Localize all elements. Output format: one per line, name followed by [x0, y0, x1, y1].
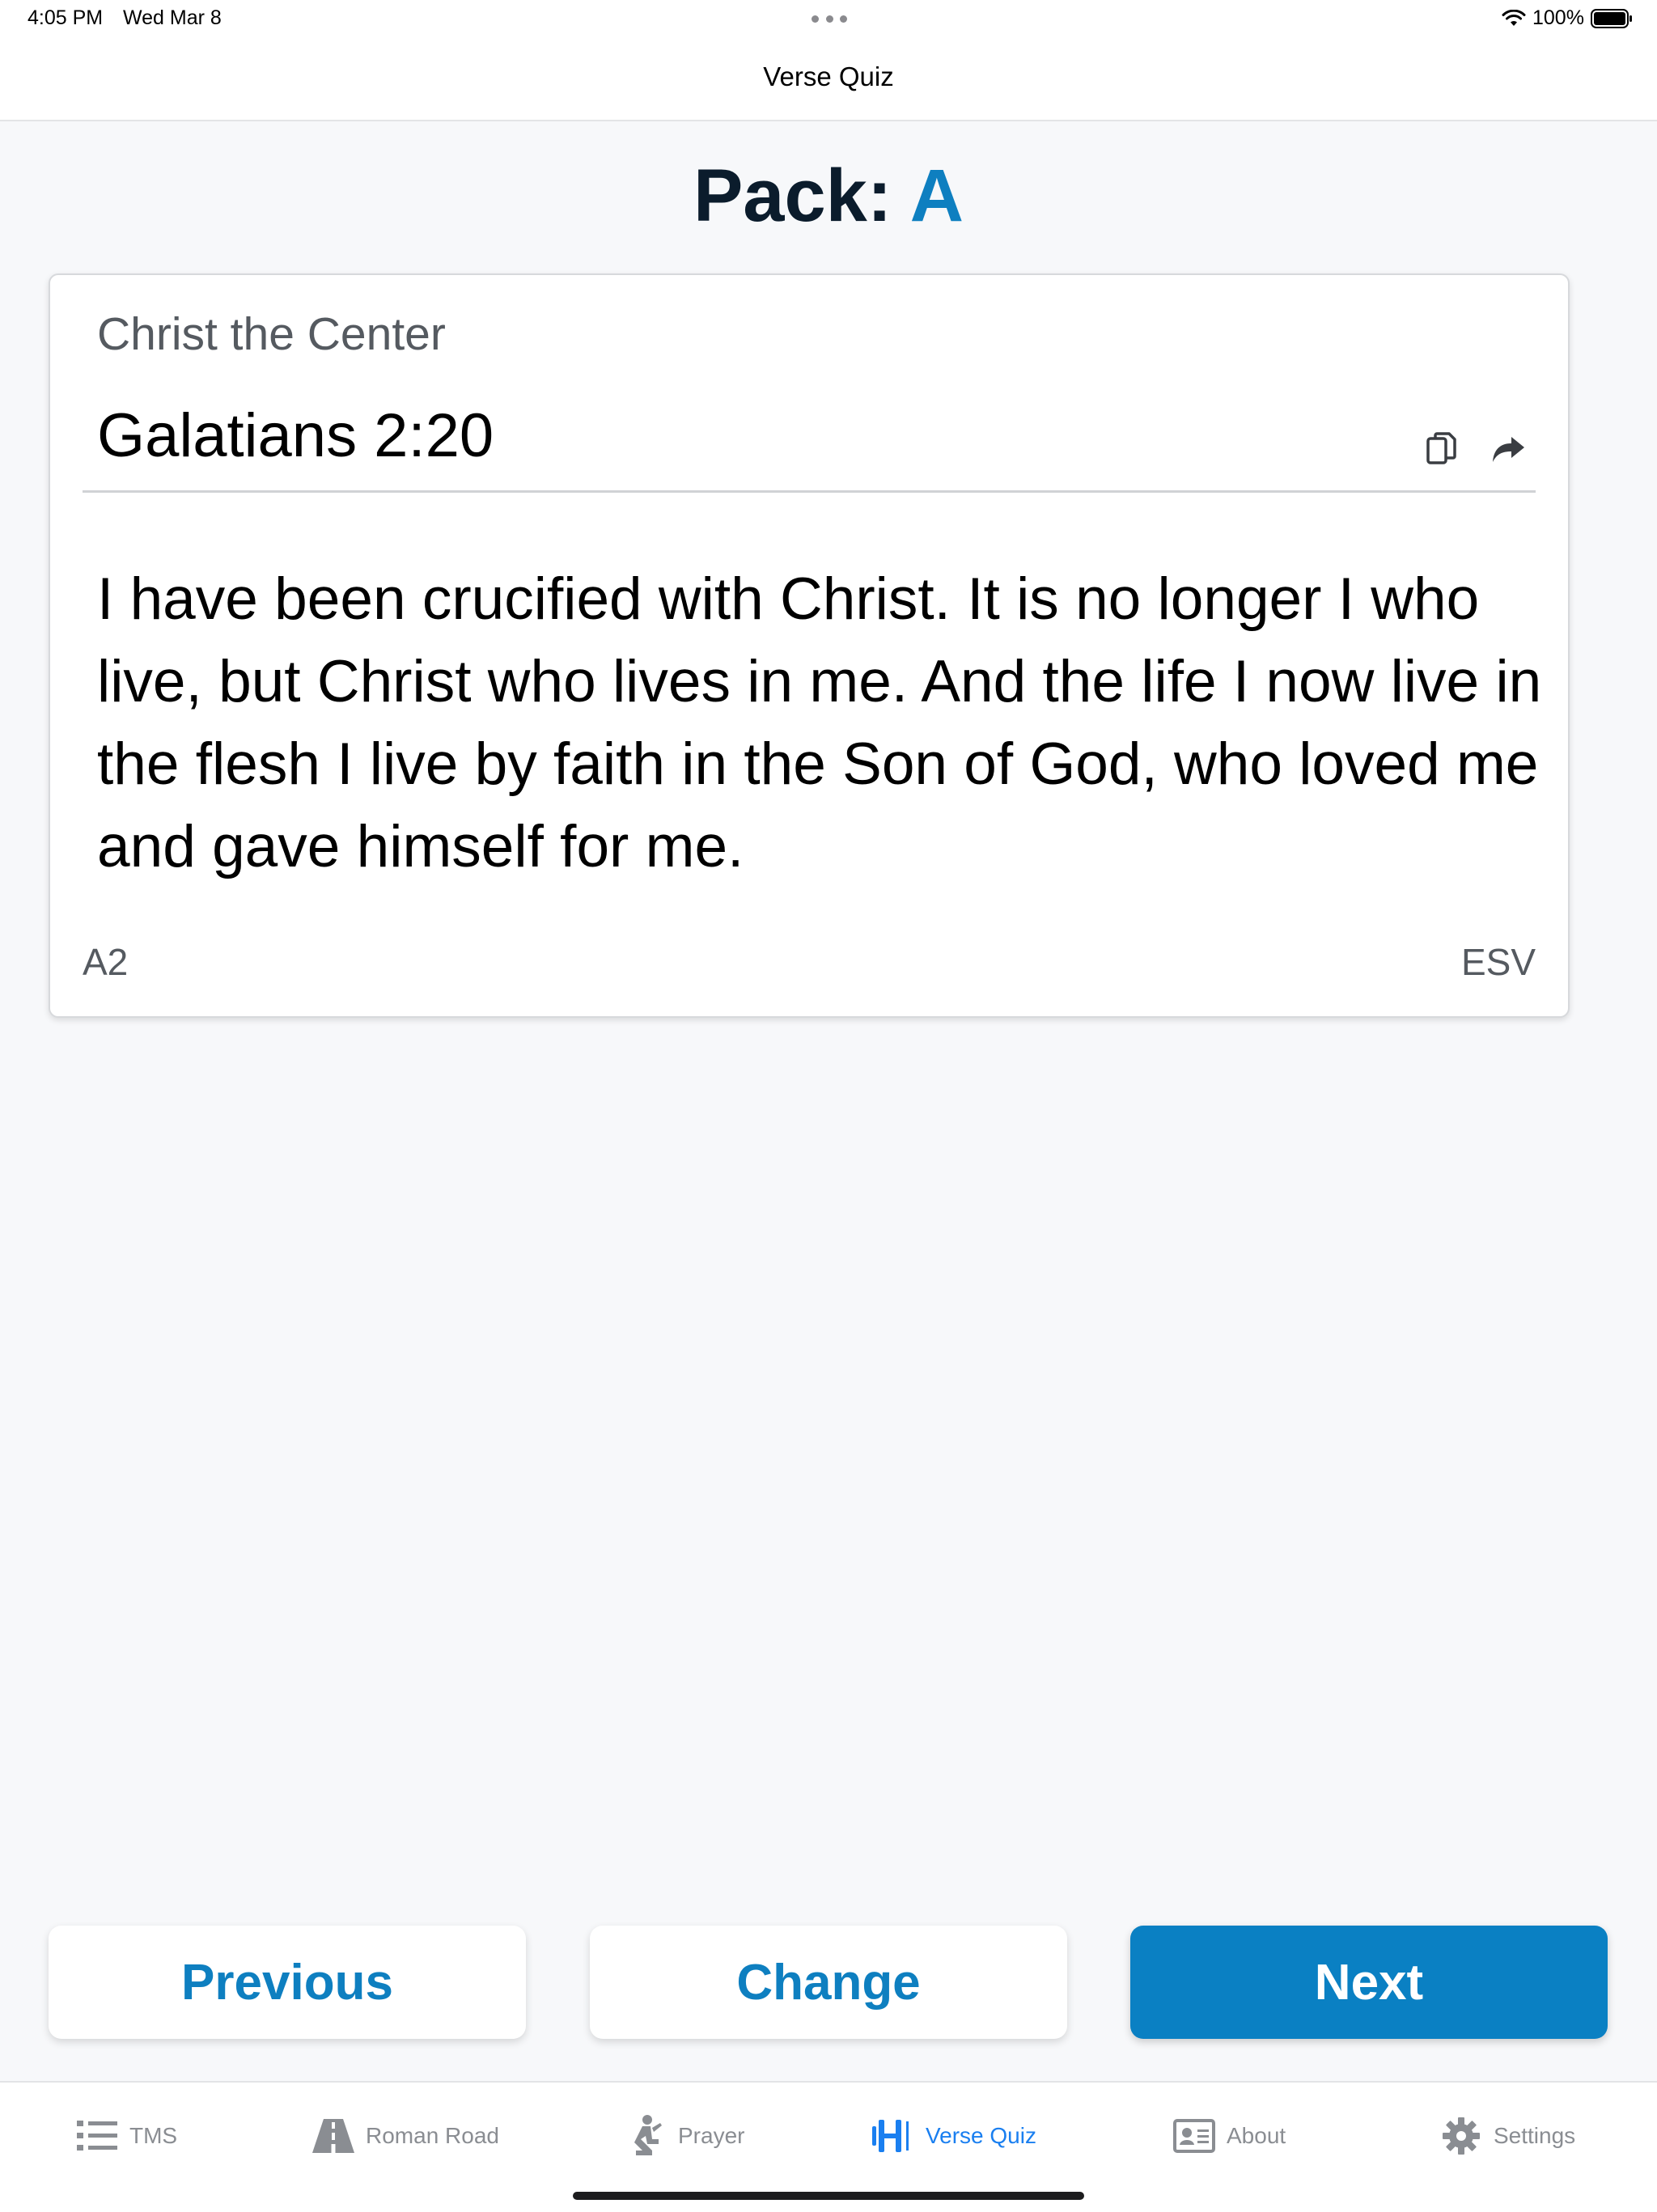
battery-percentage: 100%	[1532, 6, 1584, 29]
wifi-icon	[1502, 10, 1526, 26]
tab-tms[interactable]: TMS	[76, 2112, 177, 2160]
tab-label: TMS	[129, 2123, 178, 2148]
tab-label: Settings	[1494, 2123, 1576, 2148]
tab-settings[interactable]: Settings	[1440, 2112, 1575, 2160]
copy-icon[interactable]	[1426, 431, 1458, 467]
verse-text: I have been crucified with Christ. It is…	[97, 566, 1542, 879]
tab-prayer[interactable]: Prayer	[625, 2112, 744, 2160]
tab-about[interactable]: About	[1173, 2112, 1286, 2160]
home-indicator[interactable]	[573, 2192, 1084, 2200]
tab-label: Verse Quiz	[926, 2123, 1036, 2148]
tab-label: Prayer	[678, 2123, 745, 2148]
id-card-icon	[1173, 2116, 1215, 2156]
tab-roman-road[interactable]: Roman Road	[312, 2112, 499, 2160]
gear-icon	[1440, 2116, 1482, 2156]
pack-label: Pack:	[693, 155, 892, 237]
pack-heading: Pack: A	[0, 152, 1657, 239]
battery-icon	[1591, 9, 1632, 28]
list-icon	[76, 2116, 118, 2156]
road-icon	[312, 2116, 354, 2156]
topic-title: Christ the Center	[97, 308, 446, 360]
navigation-bar: Verse Quiz	[0, 39, 1657, 121]
change-button[interactable]: Change	[590, 1926, 1067, 2039]
tab-label: Roman Road	[366, 2123, 499, 2148]
tab-label: About	[1227, 2123, 1286, 2148]
verse-card: Christ the Center Galatians 2:20 I have …	[49, 273, 1570, 1018]
translation-label: ESV	[1460, 941, 1536, 983]
kneeling-person-icon	[625, 2115, 667, 2156]
tab-verse-quiz[interactable]: Verse Quiz	[872, 2112, 1036, 2160]
pack-value: A	[909, 155, 964, 237]
next-button[interactable]: Next	[1130, 1926, 1608, 2039]
multitasking-dots-icon[interactable]	[812, 15, 847, 23]
tab-bar: TMS Roman Road Prayer Verse Quiz About S…	[0, 2081, 1657, 2212]
previous-button[interactable]: Previous	[49, 1926, 526, 2039]
card-divider	[83, 490, 1536, 493]
verse-code: A2	[83, 941, 129, 983]
verse-reference: Galatians 2:20	[97, 401, 494, 470]
nav-title: Verse Quiz	[763, 61, 894, 91]
quiz-icon	[872, 2116, 914, 2156]
status-bar: 4:05 PM Wed Mar 8 100%	[0, 0, 1657, 39]
status-date: Wed Mar 8	[123, 6, 222, 29]
status-time: 4:05 PM	[28, 6, 104, 29]
share-icon[interactable]	[1490, 434, 1526, 466]
